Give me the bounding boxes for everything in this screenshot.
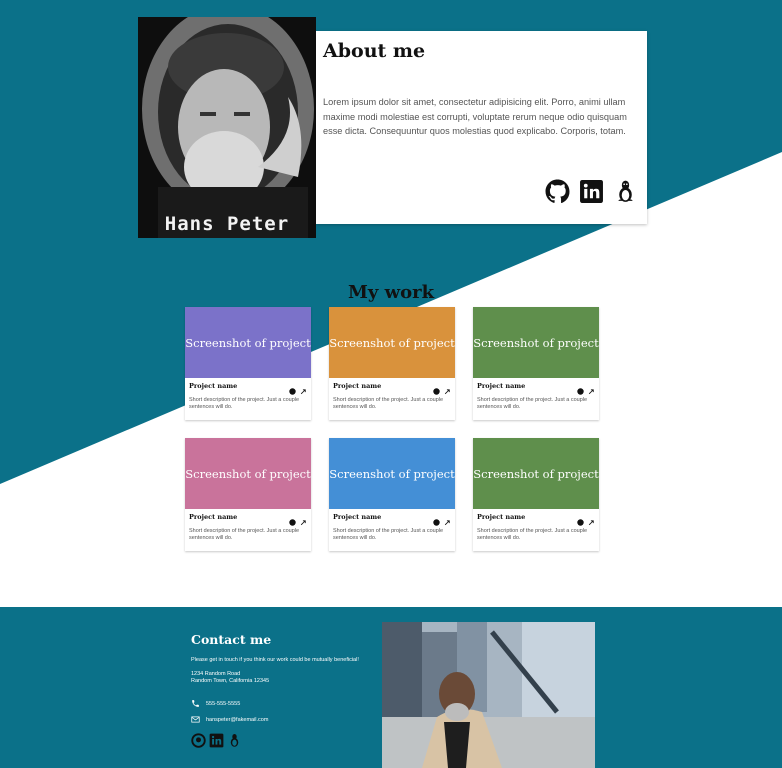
contact-photo	[382, 622, 595, 768]
about-social-links	[545, 179, 638, 204]
project-screenshot[interactable]: Screenshot of project	[473, 438, 599, 509]
project-card[interactable]: Screenshot of project Project name Short…	[329, 307, 455, 420]
about-title: About me	[323, 40, 426, 62]
linkedin-icon[interactable]	[209, 733, 224, 748]
project-screenshot[interactable]: Screenshot of project	[329, 307, 455, 378]
project-name: Project name	[333, 513, 382, 521]
phone-icon	[191, 699, 200, 708]
project-screenshot[interactable]: Screenshot of project	[473, 307, 599, 378]
contact-phone[interactable]: 555-555-5555	[191, 699, 240, 708]
portrait-name: Hans Peter	[164, 213, 290, 235]
work-title: My work	[347, 282, 435, 303]
project-description: Short description of the project. Just a…	[189, 528, 300, 541]
project-card[interactable]: Screenshot of project Project name Short…	[473, 307, 599, 420]
contact-social-links	[191, 733, 242, 748]
github-icon[interactable]	[289, 513, 296, 526]
github-icon[interactable]	[433, 382, 440, 395]
mail-icon	[191, 715, 200, 724]
contact-email[interactable]: hanspeter@fakemail.com	[191, 715, 268, 724]
external-link-icon[interactable]	[300, 513, 307, 526]
project-name: Project name	[189, 382, 238, 390]
project-description: Short description of the project. Just a…	[189, 397, 300, 410]
about-card: About me Lorem ipsum dolor sit amet, con…	[316, 31, 647, 224]
project-screenshot[interactable]: Screenshot of project	[329, 438, 455, 509]
address-line-1: 1234 Random Road	[191, 671, 241, 677]
address-line-2: Random Town, California 12345	[191, 678, 270, 684]
external-link-icon[interactable]	[300, 382, 307, 395]
project-description: Short description of the project. Just a…	[477, 528, 588, 541]
project-description: Short description of the project. Just a…	[333, 528, 444, 541]
external-link-icon[interactable]	[588, 382, 595, 395]
external-link-icon[interactable]	[444, 513, 451, 526]
contact-intro: Please get in touch if you think our wor…	[191, 657, 359, 663]
project-name: Project name	[189, 513, 238, 521]
linkedin-icon[interactable]	[579, 179, 604, 204]
external-link-icon[interactable]	[444, 382, 451, 395]
contact-section: Contact me Please get in touch if you th…	[191, 632, 359, 748]
project-name: Project name	[477, 382, 526, 390]
project-card[interactable]: Screenshot of project Project name Short…	[185, 438, 311, 551]
github-icon[interactable]	[577, 382, 584, 395]
external-link-icon[interactable]	[588, 513, 595, 526]
email-address: hanspeter@fakemail.com	[206, 716, 269, 723]
about-text: Lorem ipsum dolor sit amet, consectetur …	[323, 97, 627, 136]
linux-icon[interactable]	[613, 179, 638, 204]
project-card[interactable]: Screenshot of project Project name Short…	[185, 307, 311, 420]
github-icon[interactable]	[433, 513, 440, 526]
linux-icon[interactable]	[227, 733, 242, 748]
github-icon[interactable]	[577, 513, 584, 526]
project-name: Project name	[477, 513, 526, 521]
contact-address: 1234 Random Road Random Town, California…	[191, 671, 269, 685]
github-icon[interactable]	[191, 733, 206, 748]
contact-footer: Contact me Please get in touch if you th…	[0, 607, 782, 768]
phone-number: 555-555-5555	[206, 700, 241, 707]
github-icon[interactable]	[545, 179, 570, 204]
project-card[interactable]: Screenshot of project Project name Short…	[329, 438, 455, 551]
project-description: Short description of the project. Just a…	[333, 397, 444, 410]
portrait-photo: Hans Peter	[138, 17, 316, 238]
project-card[interactable]: Screenshot of project Project name Short…	[473, 438, 599, 551]
project-description: Short description of the project. Just a…	[477, 397, 588, 410]
project-name: Project name	[333, 382, 382, 390]
project-screenshot[interactable]: Screenshot of project	[185, 307, 311, 378]
project-screenshot[interactable]: Screenshot of project	[185, 438, 311, 509]
github-icon[interactable]	[289, 382, 296, 395]
contact-title: Contact me	[191, 632, 272, 647]
